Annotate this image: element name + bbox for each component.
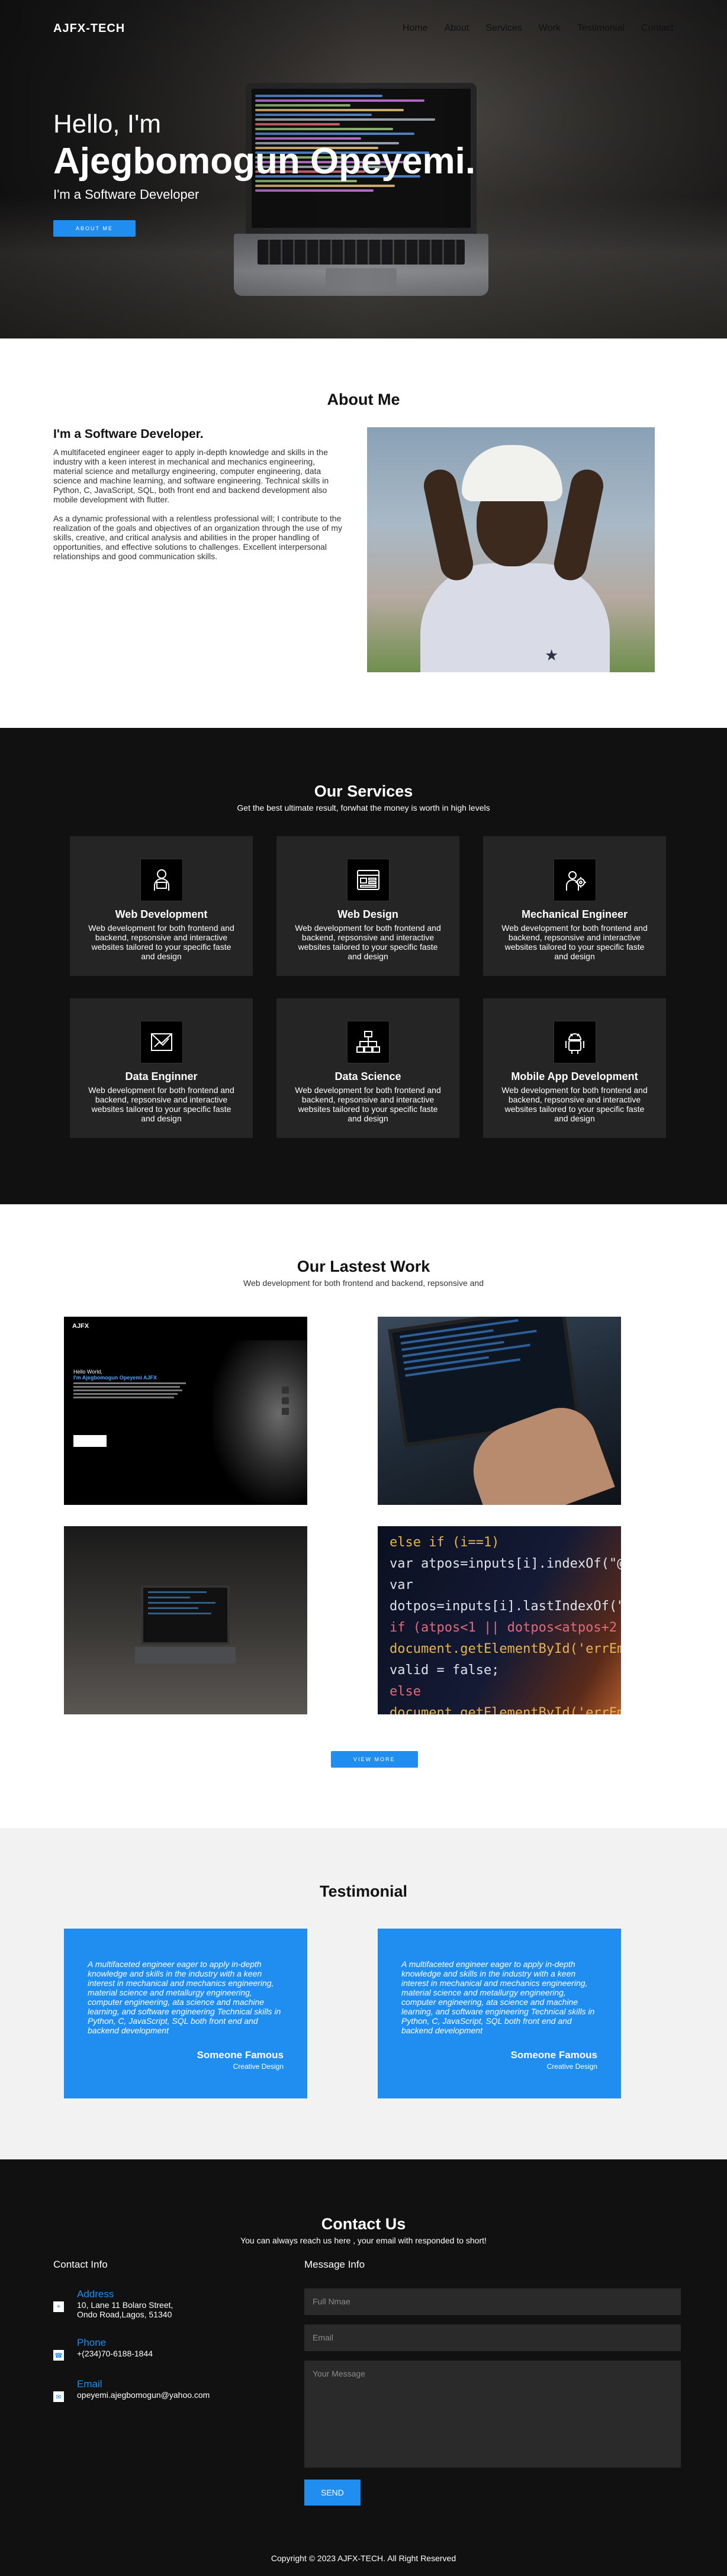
nav-links: Home About Services Work Testimonial Con… (403, 23, 674, 34)
work-thumb-laptop[interactable] (64, 1526, 307, 1714)
contact-address: ⌖ Address 10, Lane 11 Bolaro Street, Ond… (53, 2288, 290, 2319)
view-more-button[interactable]: VIEW MORE (331, 1751, 418, 1768)
about-section: About Me I'm a Software Developer. A mul… (0, 338, 727, 728)
top-nav: AJFX-TECH Home About Services Work Testi… (0, 0, 727, 57)
testimonial-title: Testimonial (319, 1882, 408, 1900)
about-paragraph-1: A multifaceted engineer eager to apply i… (53, 447, 329, 504)
nav-contact[interactable]: Contact (641, 23, 674, 34)
work-subtitle: Web development for both frontend and ba… (243, 1278, 484, 1288)
service-card-mobile-app-development[interactable]: Mobile App Development Web development f… (483, 998, 666, 1138)
testimonial-role: Creative Design (546, 2062, 597, 2071)
send-button[interactable]: SEND (304, 2480, 361, 2506)
about-paragraph-2: As a dynamic professional with a relentl… (53, 514, 342, 561)
service-card-data-science[interactable]: Data Science Web development for both fr… (276, 998, 459, 1138)
testimonial-card: A multifaceted engineer eager to apply i… (64, 1929, 307, 2098)
code-snippet: else if (i==1) var atpos=inputs[i].index… (390, 1535, 621, 1714)
mock-button (73, 1435, 107, 1447)
mock-social-icons (282, 1387, 289, 1428)
testimonial-role: Creative Design (233, 2062, 284, 2071)
message-info-title: Message Info (304, 2259, 365, 2270)
service-title: Data Enginner (125, 1071, 198, 1082)
testimonial-section: Testimonial A multifaceted engineer eage… (0, 1828, 727, 2159)
contact-title: Contact Us (321, 2215, 406, 2233)
work-thumb-portfolio[interactable]: AJFX Hello World, I'm Ajegbomogun Opeyem… (64, 1317, 307, 1505)
address-value: 10, Lane 11 Bolaro Street, Ondo Road,Lag… (77, 2300, 173, 2319)
service-card-web-development[interactable]: Web Development Web development for both… (70, 836, 253, 976)
service-desc: Web development for both frontend and ba… (295, 923, 441, 961)
nav-testimonial[interactable]: Testimonial (577, 23, 625, 34)
testimonial-quote: A multifaceted engineer eager to apply i… (88, 1959, 281, 2035)
services-title: Our Services (314, 782, 413, 800)
hero-text: Hello, I'm Ajegbomogun Opeyemi. I'm a So… (53, 109, 475, 237)
nav-services[interactable]: Services (485, 23, 522, 34)
service-title: Web Development (115, 908, 208, 920)
service-title: Mechanical Engineer (521, 908, 628, 920)
service-card-mechanical-engineer[interactable]: Mechanical Engineer Web development for … (483, 836, 666, 976)
hero-greeting: Hello, I'm (53, 109, 161, 138)
address-label: Address (77, 2288, 114, 2300)
email-icon: ✉ (53, 2391, 64, 2402)
phone-value[interactable]: +(234)70-6188-1844 (77, 2349, 153, 2358)
nav-work[interactable]: Work (539, 23, 561, 34)
email-input[interactable]: Email (304, 2324, 681, 2351)
services-subtitle: Get the best ultimate result, forwhat th… (237, 803, 490, 813)
service-desc: Web development for both frontend and ba… (88, 1085, 234, 1123)
phone-icon: ☎ (53, 2350, 64, 2361)
service-card-data-enginner[interactable]: Data Enginner Web development for both f… (70, 998, 253, 1138)
service-card-web-design[interactable]: Web Design Web development for both fron… (276, 836, 459, 976)
contact-phone: ☎ Phone +(234)70-6188-1844 (53, 2337, 290, 2361)
mock-hero-text: Hello World, I'm Ajegbomogun Opeyemi AJF… (73, 1369, 192, 1400)
fullname-input[interactable]: Full Nmae (304, 2288, 681, 2315)
about-text: I'm a Software Developer. A multifaceted… (53, 427, 346, 570)
chart-envelope-icon (140, 1021, 183, 1063)
about-photo: ★ (367, 427, 655, 672)
brand-logo[interactable]: AJFX-TECH (53, 22, 125, 36)
contact-subtitle: You can always reach us here , your emai… (240, 2236, 487, 2245)
services-grid: Web Development Web development for both… (70, 836, 666, 1138)
browser-layout-icon (346, 859, 390, 901)
work-thumb-code[interactable]: else if (i==1) var atpos=inputs[i].index… (378, 1526, 621, 1714)
testimonial-quote: A multifaceted engineer eager to apply i… (401, 1959, 595, 2035)
developer-icon (140, 859, 183, 901)
mock-brand: AJFX (72, 1323, 89, 1330)
contact-info-title: Contact Info (53, 2259, 108, 2270)
about-me-button[interactable]: ABOUT ME (53, 220, 136, 237)
contact-email: ✉ Email opeyemi.ajegbomogun@yahoo.com (53, 2378, 290, 2402)
service-desc: Web development for both frontend and ba… (501, 923, 648, 961)
service-title: Mobile App Development (511, 1071, 638, 1082)
service-title: Data Science (334, 1071, 401, 1082)
phone-label: Phone (77, 2337, 107, 2348)
message-form: Message Info Full Nmae Email Your Messag… (304, 2259, 681, 2506)
contact-info: Contact Info ⌖ Address 10, Lane 11 Bolar… (53, 2259, 290, 2420)
hierarchy-icon (346, 1021, 390, 1063)
about-heading: I'm a Software Developer. (53, 427, 204, 441)
hero-role: I'm a Software Developer (53, 187, 200, 202)
nav-about[interactable]: About (445, 23, 469, 34)
about-title: About Me (327, 391, 400, 408)
footer-copyright: Copyright © 2023 AJFX-TECH. All Right Re… (271, 2554, 456, 2563)
service-title: Web Design (337, 908, 398, 920)
testimonial-name: Someone Famous (510, 2049, 597, 2061)
contact-section: Contact Us You can always reach us here … (0, 2159, 727, 2576)
hero-name: Ajegbomogun Opeyemi. (53, 141, 476, 182)
location-icon: ⌖ (53, 2301, 64, 2312)
email-value[interactable]: opeyemi.ajegbomogun@yahoo.com (77, 2390, 210, 2400)
nav-home[interactable]: Home (403, 23, 428, 34)
message-textarea[interactable]: Your Message (304, 2361, 681, 2468)
work-thumb-typing[interactable] (378, 1317, 621, 1505)
testimonial-name: Someone Famous (197, 2049, 284, 2061)
gear-engineer-icon (553, 859, 596, 901)
testimonial-card: A multifaceted engineer eager to apply i… (378, 1929, 621, 2098)
service-desc: Web development for both frontend and ba… (295, 1085, 441, 1123)
services-section: Our Services Get the best ultimate resul… (0, 728, 727, 1204)
service-desc: Web development for both frontend and ba… (88, 923, 234, 961)
service-desc: Web development for both frontend and ba… (501, 1085, 648, 1123)
email-label: Email (77, 2378, 102, 2390)
work-title: Our Lastest Work (297, 1258, 430, 1275)
android-icon (553, 1021, 596, 1063)
hero-section: AJFX-TECH Home About Services Work Testi… (0, 0, 727, 338)
work-section: Our Lastest Work Web development for bot… (0, 1204, 727, 1828)
